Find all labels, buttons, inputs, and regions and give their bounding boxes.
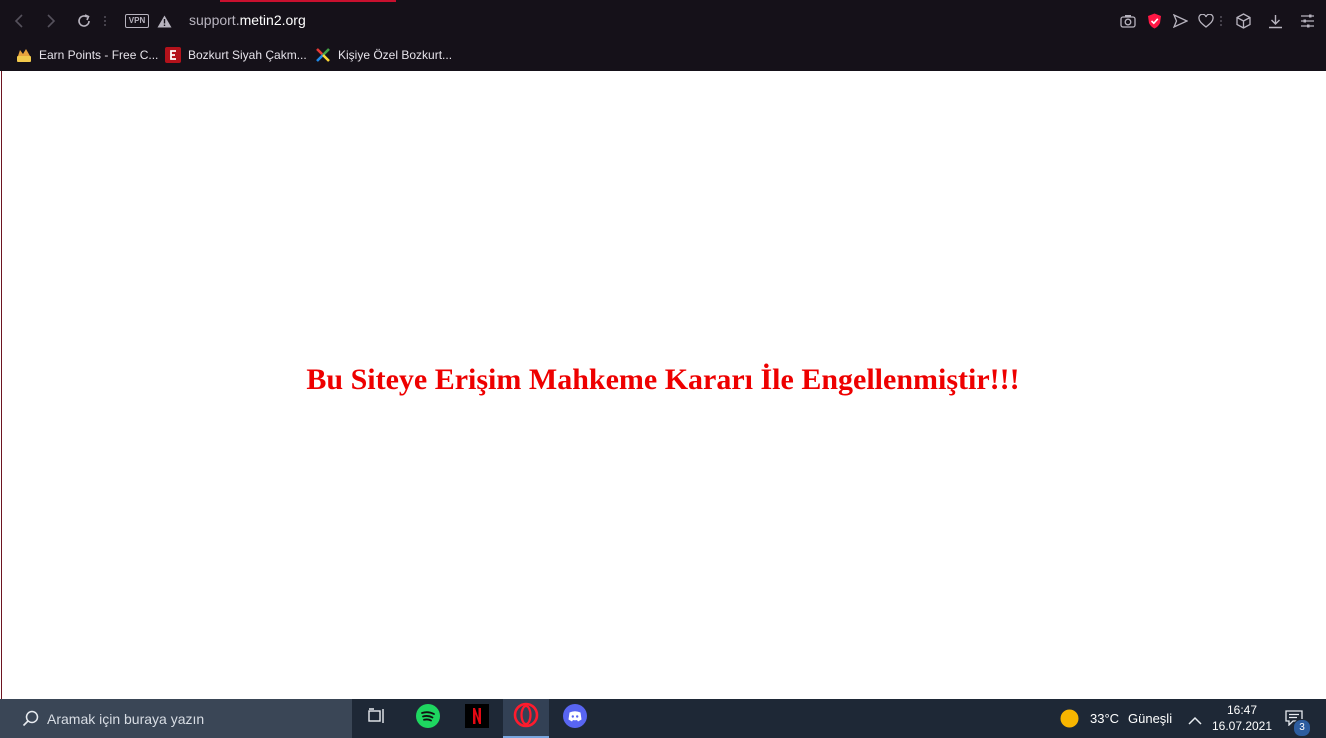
browser-chrome: VPN support.metin2.org Earn Points - Fre… (0, 0, 1326, 71)
weather-temp[interactable]: 33°C (1090, 711, 1119, 726)
chevron-up-icon[interactable] (1188, 712, 1202, 730)
forward-icon[interactable] (42, 12, 60, 30)
reload-icon[interactable] (74, 11, 94, 31)
easy-setup-icon[interactable] (1298, 12, 1316, 30)
bookmark-item-earn-points[interactable]: Earn Points - Free C... (16, 46, 158, 64)
url-field[interactable]: support.metin2.org (189, 12, 306, 28)
opera-button[interactable] (503, 699, 549, 738)
task-view-button[interactable] (354, 699, 400, 738)
system-clock[interactable]: 16:47 16.07.2021 (1210, 702, 1274, 734)
blocked-notice: Bu Siteye Erişim Mahkeme Kararı İle Enge… (306, 363, 1020, 396)
bookmark-label: Bozkurt Siyah Çakm... (188, 48, 307, 62)
taskbar-search[interactable]: Aramak için buraya yazın (0, 699, 352, 738)
search-placeholder: Aramak için buraya yazın (47, 710, 205, 727)
spotify-icon (416, 704, 440, 733)
sun-icon[interactable] (1060, 709, 1079, 733)
netflix-button[interactable] (454, 699, 500, 738)
download-icon[interactable] (1266, 12, 1284, 30)
task-view-icon (368, 708, 386, 729)
spotify-button[interactable] (405, 699, 451, 738)
discord-icon (563, 704, 587, 733)
warning-icon[interactable] (156, 13, 172, 29)
separator-dots-icon (1218, 13, 1224, 29)
camera-icon[interactable] (1119, 12, 1137, 30)
opera-icon (513, 702, 539, 733)
url-prefix: support. (189, 12, 240, 28)
crown-icon (16, 47, 32, 63)
search-icon (22, 710, 39, 727)
ad-blocker-shield-icon[interactable] (1145, 12, 1163, 30)
bookmark-label: Kişiye Özel Bozkurt... (338, 48, 453, 62)
notification-count-badge: 3 (1293, 719, 1311, 737)
bookmark-item-bozkurt-siyah[interactable]: Bozkurt Siyah Çakm... (165, 46, 307, 64)
vpn-badge[interactable]: VPN (125, 14, 149, 28)
taskbar: Aramak için buraya yazın 33°C Güneşli 16… (0, 699, 1326, 738)
send-icon[interactable] (1171, 12, 1189, 30)
address-bar: VPN support.metin2.org (0, 0, 1326, 42)
clock-time: 16:47 (1226, 703, 1258, 717)
separator-dots-icon (102, 13, 108, 29)
cube-icon[interactable] (1234, 12, 1252, 30)
netflix-icon (465, 704, 489, 733)
multicolor-star-icon (315, 47, 331, 63)
bookmarks-bar: Earn Points - Free C... Bozkurt Siyah Ça… (0, 42, 1326, 68)
heart-icon[interactable] (1197, 12, 1215, 30)
bookmark-item-kisiye-ozel[interactable]: Kişiye Özel Bozkurt... (315, 46, 452, 64)
back-icon[interactable] (10, 12, 28, 30)
bookmark-label: Earn Points - Free C... (39, 48, 159, 62)
url-host: metin2.org (239, 12, 306, 28)
red-logo-icon (165, 47, 181, 63)
discord-button[interactable] (552, 699, 598, 738)
clock-date: 16.07.2021 (1211, 719, 1273, 733)
weather-desc[interactable]: Güneşli (1128, 711, 1172, 726)
